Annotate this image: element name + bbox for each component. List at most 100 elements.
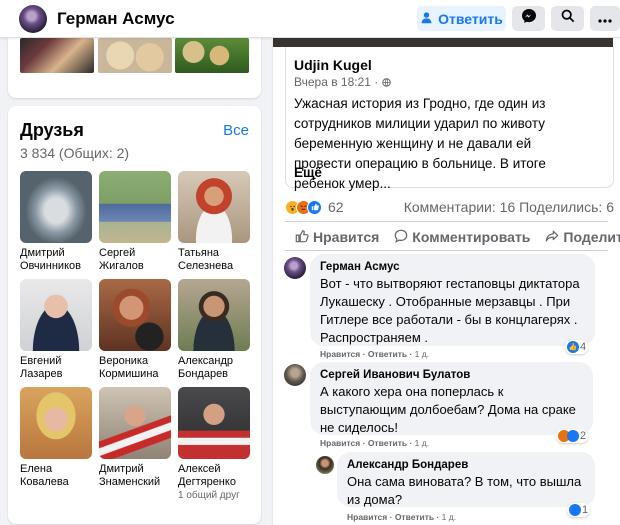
friend-name[interactable]: Алексей Дегтяренко bbox=[178, 463, 250, 489]
friend-name[interactable]: Дмитрий Овчинников bbox=[20, 247, 92, 273]
divider bbox=[285, 250, 608, 251]
comment-meta: Нравится · Ответить · 1 д. bbox=[347, 512, 457, 522]
comment-like-link[interactable]: Нравится bbox=[347, 512, 387, 522]
friend-photo[interactable] bbox=[178, 171, 250, 243]
mutual-friends[interactable]: 1 общий друг bbox=[178, 489, 250, 502]
reactions-summary[interactable]: 62 bbox=[285, 196, 344, 218]
see-more-link[interactable]: Ещё bbox=[294, 165, 322, 180]
friend-photo[interactable] bbox=[99, 171, 171, 243]
friend-card[interactable]: Елена Ковалева bbox=[20, 387, 92, 489]
friend-card[interactable]: Алексей Дегтяренко 1 общий друг bbox=[178, 387, 250, 502]
post-actions: Нравится Комментировать Поделиться bbox=[285, 225, 620, 249]
search-button[interactable] bbox=[551, 6, 584, 31]
comment-reply-link[interactable]: Ответить bbox=[368, 349, 407, 359]
user-icon bbox=[420, 11, 433, 27]
thumbs-up-icon bbox=[295, 229, 309, 246]
like-reaction-icon bbox=[569, 504, 581, 516]
messenger-button[interactable] bbox=[512, 6, 545, 31]
friend-photo[interactable] bbox=[20, 279, 92, 351]
more-icon bbox=[598, 10, 612, 28]
friends-count: 3 834 (Общих: 2) bbox=[20, 145, 130, 161]
reactions-count[interactable]: 62 bbox=[328, 199, 344, 215]
shared-image[interactable] bbox=[273, 38, 613, 47]
like-reaction-icon: 👍 bbox=[567, 341, 579, 353]
friend-card[interactable]: Вероника Кормишина bbox=[99, 279, 171, 381]
comment-like-link[interactable]: Нравится bbox=[320, 438, 360, 448]
friend-name[interactable]: Елена Ковалева bbox=[20, 463, 92, 489]
friend-photo[interactable] bbox=[20, 387, 92, 459]
friend-photo[interactable] bbox=[99, 279, 171, 351]
profile-header: Герман Асмус Ответить bbox=[0, 0, 620, 38]
shared-post[interactable]: Udjin Kugel Вчера в 18:21 · Ужасная исто… bbox=[285, 47, 614, 191]
like-reaction-icon bbox=[307, 199, 322, 215]
friend-name[interactable]: Дмитрий Знаменский bbox=[99, 463, 171, 489]
all-friends-link[interactable]: Все bbox=[223, 122, 249, 139]
shared-author[interactable]: Udjin Kugel bbox=[294, 57, 372, 73]
profile-name[interactable]: Герман Асмус bbox=[57, 9, 175, 29]
friend-name[interactable]: Татьяна Селезнева bbox=[178, 247, 250, 273]
comment-reactions[interactable]: 2 bbox=[556, 429, 589, 443]
shared-text: Ужасная история из Гродно, где один из с… bbox=[294, 96, 546, 191]
friend-name[interactable]: Вероника Кормишина bbox=[99, 355, 171, 381]
comment-text: Она сама виновата? В том, что вышла из д… bbox=[347, 474, 582, 507]
like-button[interactable]: Нравится bbox=[295, 229, 379, 246]
comment-time[interactable]: 1 д. bbox=[442, 512, 456, 522]
comment-text: А какого хера она поперлась к выступающи… bbox=[320, 384, 576, 435]
divider bbox=[285, 221, 608, 222]
comment-author[interactable]: Герман Асмус bbox=[320, 260, 585, 275]
search-icon bbox=[561, 9, 575, 28]
profile-avatar[interactable] bbox=[19, 5, 47, 33]
comment-reactions[interactable]: 1 bbox=[567, 503, 591, 517]
comment-reply-link[interactable]: Ответить bbox=[395, 512, 434, 522]
friend-name[interactable]: Евгений Лазарев bbox=[20, 355, 92, 381]
comment-text: Вот - что вытворяют гестаповцы диктатора… bbox=[320, 276, 580, 345]
friend-card[interactable]: Дмитрий Овчинников bbox=[20, 171, 92, 273]
friend-photo[interactable] bbox=[178, 387, 250, 459]
friends-card: Друзья Все 3 834 (Общих: 2) Дмитрий Овчи… bbox=[8, 106, 261, 524]
comment-reaction-count: 1 bbox=[582, 504, 589, 516]
photo-thumbnail[interactable] bbox=[20, 38, 94, 73]
share-button[interactable]: Поделиться bbox=[545, 229, 620, 246]
friend-card[interactable]: Дмитрий Знаменский bbox=[99, 387, 171, 489]
comment-time[interactable]: 1 д. bbox=[415, 349, 429, 359]
shared-time-text[interactable]: Вчера в 18:21 · bbox=[294, 75, 378, 89]
post-stats[interactable]: Комментарии: 16 Поделились: 6 bbox=[404, 199, 614, 215]
comment-reply-link[interactable]: Ответить bbox=[368, 438, 407, 448]
friend-card[interactable]: Татьяна Селезнева bbox=[178, 171, 250, 273]
friend-photo[interactable] bbox=[20, 171, 92, 243]
like-reaction-icon bbox=[567, 430, 579, 442]
share-icon bbox=[545, 229, 559, 246]
comment-reaction-count: 4 bbox=[580, 341, 587, 353]
like-label: Нравится bbox=[313, 229, 380, 245]
comment-reactions[interactable]: 👍 4 bbox=[565, 340, 589, 354]
friend-card[interactable]: Евгений Лазарев bbox=[20, 279, 92, 381]
friend-photo[interactable] bbox=[99, 387, 171, 459]
reply-button[interactable]: Ответить bbox=[417, 6, 506, 31]
photo-thumbnail[interactable] bbox=[175, 38, 249, 73]
shared-time[interactable]: Вчера в 18:21 · bbox=[294, 75, 391, 89]
comment-meta: Нравится · Ответить · 1 д. bbox=[320, 438, 430, 448]
comment-author[interactable]: Александр Бондарев bbox=[347, 458, 585, 473]
comment-bubble: Сергей Иванович Булатов А какого хера он… bbox=[310, 362, 593, 435]
more-button[interactable] bbox=[590, 6, 620, 31]
globe-icon bbox=[381, 75, 391, 89]
comment-time[interactable]: 1 д. bbox=[415, 438, 429, 448]
friend-card[interactable]: Сергей Жигалов bbox=[99, 171, 171, 273]
reply-button-label: Ответить bbox=[438, 10, 503, 27]
commenter-avatar[interactable] bbox=[316, 456, 334, 474]
comment-author[interactable]: Сергей Иванович Булатов bbox=[320, 368, 583, 383]
commenter-avatar[interactable] bbox=[284, 364, 306, 386]
comment-meta: Нравится · Ответить · 1 д. bbox=[320, 349, 430, 359]
friend-name[interactable]: Сергей Жигалов bbox=[99, 247, 171, 273]
friend-photo[interactable] bbox=[178, 279, 250, 351]
comment-button[interactable]: Комментировать bbox=[394, 229, 530, 246]
friend-name[interactable]: Александр Бондарев bbox=[178, 355, 250, 381]
comment-reaction-count: 2 bbox=[580, 430, 587, 442]
comment-label: Комментировать bbox=[412, 229, 531, 245]
commenter-avatar[interactable] bbox=[284, 257, 306, 279]
comment-bubble: Герман Асмус Вот - что вытворяют гестапо… bbox=[310, 254, 595, 346]
friend-card[interactable]: Александр Бондарев bbox=[178, 279, 250, 381]
photo-thumbnail[interactable] bbox=[98, 38, 172, 73]
comment-like-link[interactable]: Нравится bbox=[320, 349, 360, 359]
messenger-icon bbox=[521, 8, 537, 29]
